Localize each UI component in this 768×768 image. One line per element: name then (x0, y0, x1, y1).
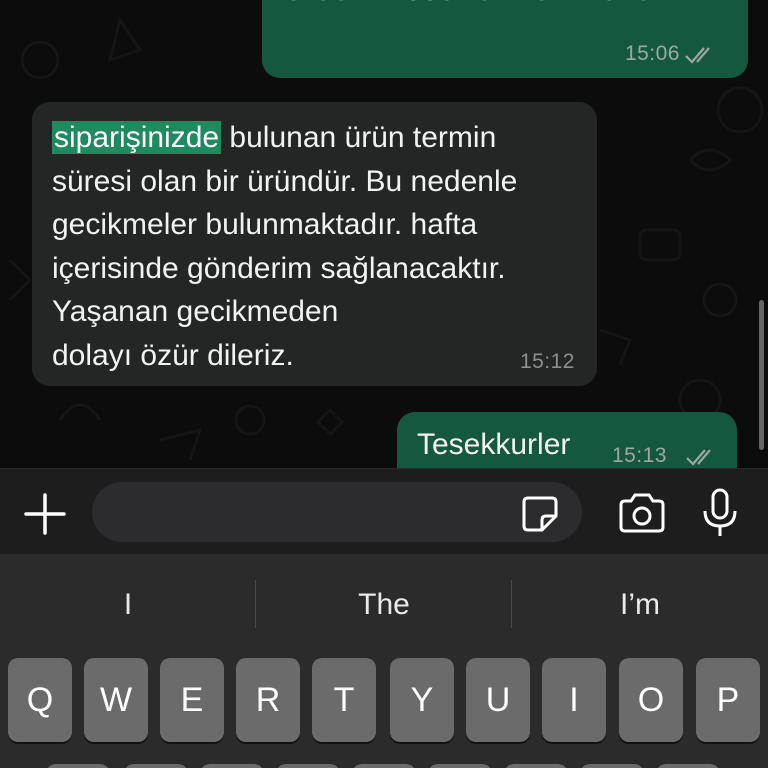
message-text: Order-24338A6ZD07125707 (282, 0, 669, 8)
key-w[interactable]: W (84, 658, 148, 742)
message-input[interactable] (92, 482, 582, 542)
message-time: 15:06 (624, 42, 680, 65)
message-text: Tesekkurler (417, 428, 571, 461)
double-check-icon (685, 47, 710, 64)
key-i[interactable]: I (542, 658, 606, 742)
camera-icon[interactable] (617, 491, 667, 535)
key-r[interactable]: R (236, 658, 300, 742)
key-a[interactable] (46, 764, 110, 768)
double-check-icon (686, 449, 711, 466)
scrollbar[interactable] (759, 300, 764, 450)
key-k[interactable] (580, 764, 644, 768)
key-f[interactable] (276, 764, 340, 768)
microphone-icon[interactable] (700, 487, 740, 539)
key-q[interactable]: Q (8, 658, 72, 742)
suggestion-item[interactable]: I’m (512, 554, 768, 656)
key-l[interactable] (656, 764, 720, 768)
plus-icon[interactable] (22, 491, 68, 537)
key-h[interactable] (428, 764, 492, 768)
key-p[interactable]: P (696, 658, 760, 742)
suggestion-item[interactable]: I (0, 554, 256, 656)
message-input-bar (0, 468, 768, 554)
sticker-icon[interactable] (520, 494, 560, 534)
selected-word-highlight[interactable]: siparişinizde (52, 121, 222, 154)
suggestion-item[interactable]: The (256, 554, 512, 656)
key-o[interactable]: O (619, 658, 683, 742)
key-t[interactable]: T (312, 658, 376, 742)
message-bubble-incoming[interactable]: siparişinizde bulunan ürün termin süresi… (32, 102, 597, 386)
key-y[interactable]: Y (390, 658, 454, 742)
key-u[interactable]: U (466, 658, 530, 742)
keyboard: I The I’m Q W E R T Y U I O P (0, 554, 768, 768)
message-body: bulunan ürün termin süresi olan bir ürün… (52, 121, 518, 372)
message-time: 15:12 (519, 350, 575, 373)
message-bubble-outgoing[interactable]: Tesekkurler 15:13 (397, 412, 737, 468)
message-bubble-outgoing[interactable]: Order-24338A6ZD07125707 15:06 (262, 0, 748, 78)
chat-area[interactable]: Order-24338A6ZD07125707 15:06 siparişini… (0, 0, 768, 468)
key-s[interactable] (124, 764, 188, 768)
message-time: 15:13 (611, 444, 667, 467)
key-j[interactable] (504, 764, 568, 768)
key-g[interactable] (352, 764, 416, 768)
message-text: siparişinizde bulunan ürün termin süresi… (52, 116, 572, 377)
suggestion-bar: I The I’m (0, 554, 768, 656)
key-d[interactable] (200, 764, 264, 768)
keyboard-row-2 (0, 764, 768, 768)
key-e[interactable]: E (160, 658, 224, 742)
